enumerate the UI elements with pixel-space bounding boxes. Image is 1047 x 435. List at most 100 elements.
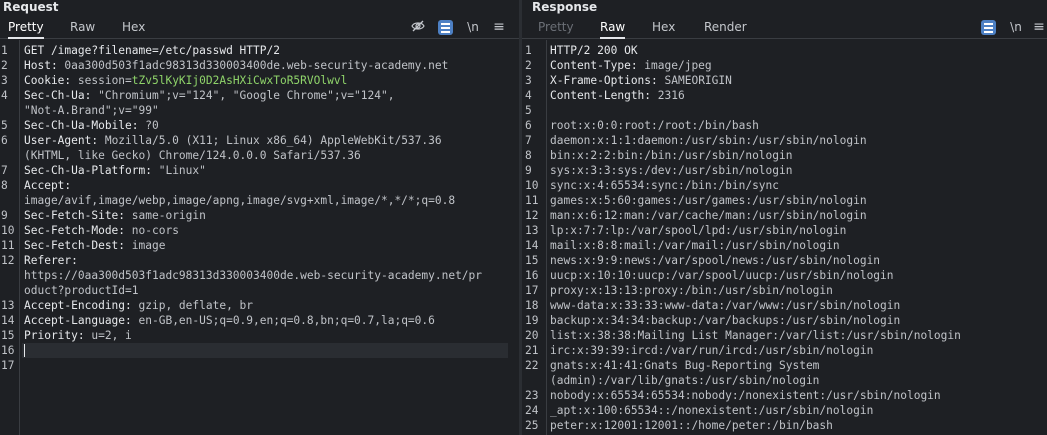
- wrap-lines-icon[interactable]: [981, 20, 996, 35]
- request-lines: 1 GET /image?filename=/etc/passwd HTTP/2 2…: [0, 43, 519, 373]
- menu-icon[interactable]: ≡: [1032, 19, 1046, 35]
- line-text: User-Agent: Mozilla/5.0 (X11; Linux x86_…: [24, 133, 442, 148]
- eye-slash-icon[interactable]: [410, 19, 426, 35]
- line-number: 19: [525, 314, 539, 327]
- response-code-line: 11 games:x:5:60:games:/usr/games:/usr/sbi…: [522, 193, 1047, 208]
- response-panel: Response Pretty Raw Hex Render \n ≡ 1 HTT…: [522, 0, 1047, 435]
- line-number: 11: [525, 194, 539, 207]
- header-value: 2316: [651, 89, 685, 102]
- line-number: 2: [525, 59, 532, 72]
- line-text: Sec-Ch-Ua: "Chromium";v="124", "Google C…: [24, 88, 394, 103]
- line-text: root:x:0:0:root:/root:/bin/bash: [550, 118, 759, 133]
- response-code-line: 22 gnats:x:41:41:Gnats Bug-Reporting Syst…: [522, 358, 1047, 373]
- request-editor[interactable]: 1 GET /image?filename=/etc/passwd HTTP/2 2…: [0, 40, 519, 435]
- line-text: Content-Type: image/jpeg: [550, 58, 712, 73]
- header-name: Content-Length:: [550, 89, 652, 102]
- header-name: Accept-Language:: [24, 314, 132, 327]
- line-number: 10: [525, 179, 539, 192]
- menu-icon[interactable]: ≡: [492, 19, 506, 35]
- request-tab-pretty[interactable]: Pretty: [8, 18, 44, 39]
- session-cookie-value: tZv5lKyKIj0D2AsHXiCwxToR5RVOlwvl: [131, 74, 348, 87]
- header-name: X-Frame-Options:: [550, 74, 658, 87]
- header-value: irc:x:39:39:ircd:/var/run/ircd:/usr/sbin…: [550, 344, 874, 357]
- request-code-line: 15 Priority: u=2, i: [0, 328, 519, 343]
- line-number: 6: [525, 119, 532, 132]
- header-value: (KHTML, like Gecko) Chrome/124.0.0.0 Saf…: [24, 149, 361, 162]
- line-number: 22: [525, 359, 539, 372]
- request-tab-hex[interactable]: Hex: [122, 18, 145, 37]
- request-code-line: 12 Referer:: [0, 253, 519, 268]
- text-cursor: [24, 344, 25, 357]
- header-value: no-cors: [125, 224, 179, 237]
- line-text: (KHTML, like Gecko) Chrome/124.0.0.0 Saf…: [24, 148, 361, 163]
- line-number: 23: [525, 389, 539, 402]
- line-text: peter:x:12001:12001::/home/peter:/bin/ba…: [550, 418, 833, 433]
- request-panel: Request Pretty Raw Hex \n ≡ 1 GET /image?…: [0, 0, 519, 435]
- header-value: u=2, i: [84, 329, 132, 342]
- response-code-line: 13 lp:x:7:7:lp:/var/spool/lpd:/usr/sbin/n…: [522, 223, 1047, 238]
- header-value: daemon:x:1:1:daemon:/usr/sbin:/usr/sbin/…: [550, 134, 867, 147]
- request-code-line: 17: [0, 358, 519, 373]
- request-code-line: 11 Sec-Fetch-Dest: image: [0, 238, 519, 253]
- header-value: image/avif,image/webp,image/apng,image/s…: [24, 194, 456, 207]
- header-name: GET /image?filename=/etc/passwd HTTP/2: [24, 44, 280, 57]
- header-name: Accept-Encoding:: [24, 299, 132, 312]
- line-number: 17: [525, 284, 539, 297]
- wrap-lines-icon[interactable]: [438, 20, 453, 35]
- line-number: 4: [1, 89, 8, 102]
- line-number: 7: [1, 164, 8, 177]
- line-text: Sec-Ch-Ua-Platform: "Linux": [24, 163, 206, 178]
- header-value: en-GB,en-US;q=0.9,en;q=0.8,bn;q=0.7,la;q…: [131, 314, 435, 327]
- response-code-line: 17 proxy:x:13:13:proxy:/bin:/usr/sbin/nol…: [522, 283, 1047, 298]
- response-tab-hex[interactable]: Hex: [652, 18, 675, 37]
- line-number: 20: [525, 329, 539, 342]
- header-value: image/jpeg: [637, 59, 712, 72]
- request-code-line: 8 Accept:: [0, 178, 519, 193]
- newline-icon[interactable]: \n: [465, 19, 481, 35]
- line-number: 8: [525, 149, 532, 162]
- line-number: 5: [525, 104, 532, 117]
- header-value: same-origin: [125, 209, 206, 222]
- header-value: session=: [71, 74, 132, 87]
- line-number: 9: [1, 209, 8, 222]
- header-value: image: [125, 239, 166, 252]
- line-number: 21: [525, 344, 539, 357]
- response-tab-render[interactable]: Render: [704, 18, 747, 37]
- header-name: Cookie:: [24, 74, 72, 87]
- line-text: sync:x:4:65534:sync:/bin:/bin/sync: [550, 178, 779, 193]
- header-value: (admin):/var/lib/gnats:/usr/sbin/nologin: [550, 374, 820, 387]
- header-value: "Linux": [151, 164, 206, 177]
- line-number: 24: [525, 404, 539, 417]
- line-text: games:x:5:60:games:/usr/games:/usr/sbin/…: [550, 193, 867, 208]
- response-editor[interactable]: 1 HTTP/2 200 OK 2 Content-Type: image/jpeg 3…: [522, 40, 1047, 435]
- current-line-highlight: [22, 343, 508, 358]
- response-code-line: 7 daemon:x:1:1:daemon:/usr/sbin:/usr/sbin…: [522, 133, 1047, 148]
- header-value: lp:x:7:7:lp:/var/spool/lpd:/usr/sbin/nol…: [550, 224, 847, 237]
- line-text: _apt:x:100:65534::/nonexistent:/usr/sbin…: [550, 403, 873, 418]
- response-code-line: 1 HTTP/2 200 OK: [522, 43, 1047, 58]
- response-code-line: 14 mail:x:8:8:mail:/var/mail:/usr/sbin/no…: [522, 238, 1047, 253]
- response-tab-bar: Pretty Raw Hex Render \n ≡: [522, 16, 1047, 39]
- header-value: proxy:x:13:13:proxy:/bin:/usr/sbin/nolog…: [550, 284, 833, 297]
- line-text: oduct?productId=1: [24, 283, 139, 298]
- newline-icon[interactable]: \n: [1008, 19, 1024, 35]
- request-code-line: 2 Host: 0aa300d503f1adc98313d330003400de.…: [0, 58, 519, 73]
- header-value: https://0aa300d503f1adc98313d330003400de…: [24, 269, 483, 282]
- request-code-line: (KHTML, like Gecko) Chrome/124.0.0.0 Saf…: [0, 148, 519, 163]
- response-code-line: (admin):/var/lib/gnats:/usr/sbin/nologin: [522, 373, 1047, 388]
- header-value: www-data:x:33:33:www-data:/var/www:/usr/…: [550, 299, 901, 312]
- line-number: 13: [525, 224, 539, 237]
- request-code-line: 9 Sec-Fetch-Site: same-origin: [0, 208, 519, 223]
- request-tab-raw[interactable]: Raw: [70, 18, 95, 37]
- line-text: (admin):/var/lib/gnats:/usr/sbin/nologin: [550, 373, 819, 388]
- request-code-line: image/avif,image/webp,image/apng,image/s…: [0, 193, 519, 208]
- line-number: 1: [525, 44, 532, 57]
- request-code-line: 5 Sec-Ch-Ua-Mobile: ?0: [0, 118, 519, 133]
- line-number: 2: [1, 59, 8, 72]
- line-number: 1: [1, 44, 8, 57]
- response-tab-raw[interactable]: Raw: [600, 18, 626, 39]
- line-text: man:x:6:12:man:/var/cache/man:/usr/sbin/…: [550, 208, 867, 223]
- line-text: backup:x:34:34:backup:/var/backups:/usr/…: [550, 313, 900, 328]
- line-number: 5: [1, 119, 8, 132]
- response-code-line: 9 sys:x:3:3:sys:/dev:/usr/sbin/nologin: [522, 163, 1047, 178]
